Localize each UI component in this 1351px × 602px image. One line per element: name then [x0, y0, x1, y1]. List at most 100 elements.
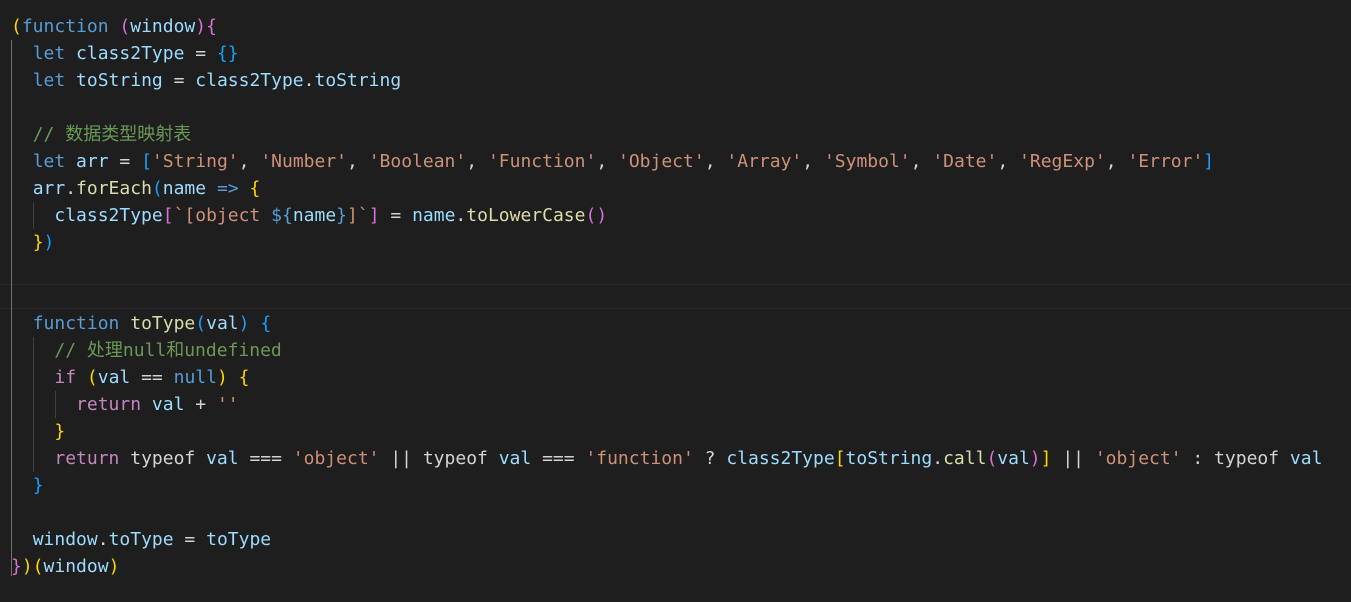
code-token: ===	[531, 448, 586, 469]
code-token: ===	[238, 448, 293, 469]
code-token: ${	[271, 205, 293, 226]
code-token: val	[997, 448, 1030, 469]
code-token: window	[32, 529, 98, 550]
code-token: 'Date'	[932, 151, 998, 172]
code-token: ||	[1051, 448, 1095, 469]
code-line-14[interactable]: if (val == null) {	[11, 364, 249, 391]
code-token: // 处理null和undefined	[54, 340, 282, 361]
code-token: .	[455, 205, 467, 226]
code-line-1[interactable]: (function (window){	[11, 13, 217, 40]
code-token: 'object'	[292, 448, 380, 469]
code-token: arr	[32, 178, 66, 199]
code-token: `[object	[173, 205, 272, 226]
code-line-20[interactable]: window.toType = toType	[11, 526, 271, 553]
code-token: )	[195, 16, 207, 37]
code-token: =	[162, 70, 196, 91]
code-token: 'RegExp'	[1019, 151, 1106, 172]
code-token: toLowerCase	[466, 205, 586, 226]
code-line-16[interactable]: }	[11, 418, 65, 445]
code-line-5[interactable]: // 数据类型映射表	[11, 121, 192, 148]
code-token: let	[32, 70, 66, 91]
code-token: .	[65, 178, 77, 199]
code-editor[interactable]: (function (window){ let class2Type = {} …	[0, 0, 1351, 602]
code-token: }	[11, 556, 22, 577]
code-line-18[interactable]: }	[11, 472, 44, 499]
code-token: {}	[216, 43, 239, 64]
code-token: )	[216, 367, 228, 388]
code-token: 'String'	[151, 151, 239, 172]
code-token: toString	[76, 70, 163, 91]
code-token: val	[97, 367, 131, 388]
code-line-21[interactable]: })(window)	[11, 553, 119, 580]
code-token: typeof	[119, 448, 207, 469]
code-token: 'Error'	[1127, 151, 1204, 172]
code-line-13[interactable]: // 处理null和undefined	[11, 337, 282, 364]
code-token: class2Type	[195, 70, 304, 91]
code-line-6[interactable]: let arr = ['String', 'Number', 'Boolean'…	[11, 148, 1214, 175]
code-token: =	[173, 529, 207, 550]
code-token: ]	[1040, 448, 1052, 469]
code-token: val	[498, 448, 532, 469]
code-token: ''	[216, 394, 239, 415]
code-token: call	[943, 448, 987, 469]
code-token: if	[54, 367, 77, 388]
code-token: )	[43, 232, 55, 253]
code-token: ()	[585, 205, 608, 226]
code-token: .	[932, 448, 944, 469]
code-token: let	[32, 151, 66, 172]
code-line-15[interactable]: return val + ''	[11, 391, 239, 418]
code-token: (	[11, 16, 22, 37]
code-token: window	[43, 556, 109, 577]
code-token: ,	[466, 151, 488, 172]
code-token: arr	[76, 151, 109, 172]
code-token: val	[1289, 448, 1323, 469]
code-token: val	[151, 394, 185, 415]
code-token: toType	[130, 313, 196, 334]
code-token: )	[1029, 448, 1041, 469]
code-token: ,	[347, 151, 369, 172]
code-line-2[interactable]: let class2Type = {}	[11, 40, 239, 67]
code-line-12[interactable]: function toType(val) {	[11, 310, 271, 337]
code-line-17[interactable]: return typeof val === 'object' || typeof…	[11, 445, 1322, 472]
code-token: 'Number'	[260, 151, 348, 172]
code-token: class2Type	[54, 205, 163, 226]
code-token: )	[238, 313, 250, 334]
code-token: (	[151, 178, 163, 199]
code-line-3[interactable]: let toString = class2Type.toString	[11, 67, 402, 94]
code-token: ]`	[347, 205, 369, 226]
code-token: ,	[802, 151, 824, 172]
code-line-7[interactable]: arr.forEach(name => {	[11, 175, 261, 202]
code-token: 'Symbol'	[823, 151, 911, 172]
code-token: =	[184, 43, 217, 64]
code-token: ,	[704, 151, 727, 172]
code-line-9[interactable]: })	[11, 229, 55, 256]
code-token: 'Function'	[487, 151, 597, 172]
code-token: return	[54, 448, 120, 469]
code-token: =>	[216, 178, 239, 199]
code-line-8[interactable]: class2Type[`[object ${name}]`] = name.to…	[11, 202, 607, 229]
code-token: ]	[368, 205, 380, 226]
code-token: class2Type	[76, 43, 185, 64]
code-token: ,	[1105, 151, 1128, 172]
code-token: [	[162, 205, 174, 226]
code-token: name	[162, 178, 207, 199]
code-token: toString	[314, 70, 402, 91]
code-token: ,	[596, 151, 618, 172]
code-token: window	[130, 16, 196, 37]
